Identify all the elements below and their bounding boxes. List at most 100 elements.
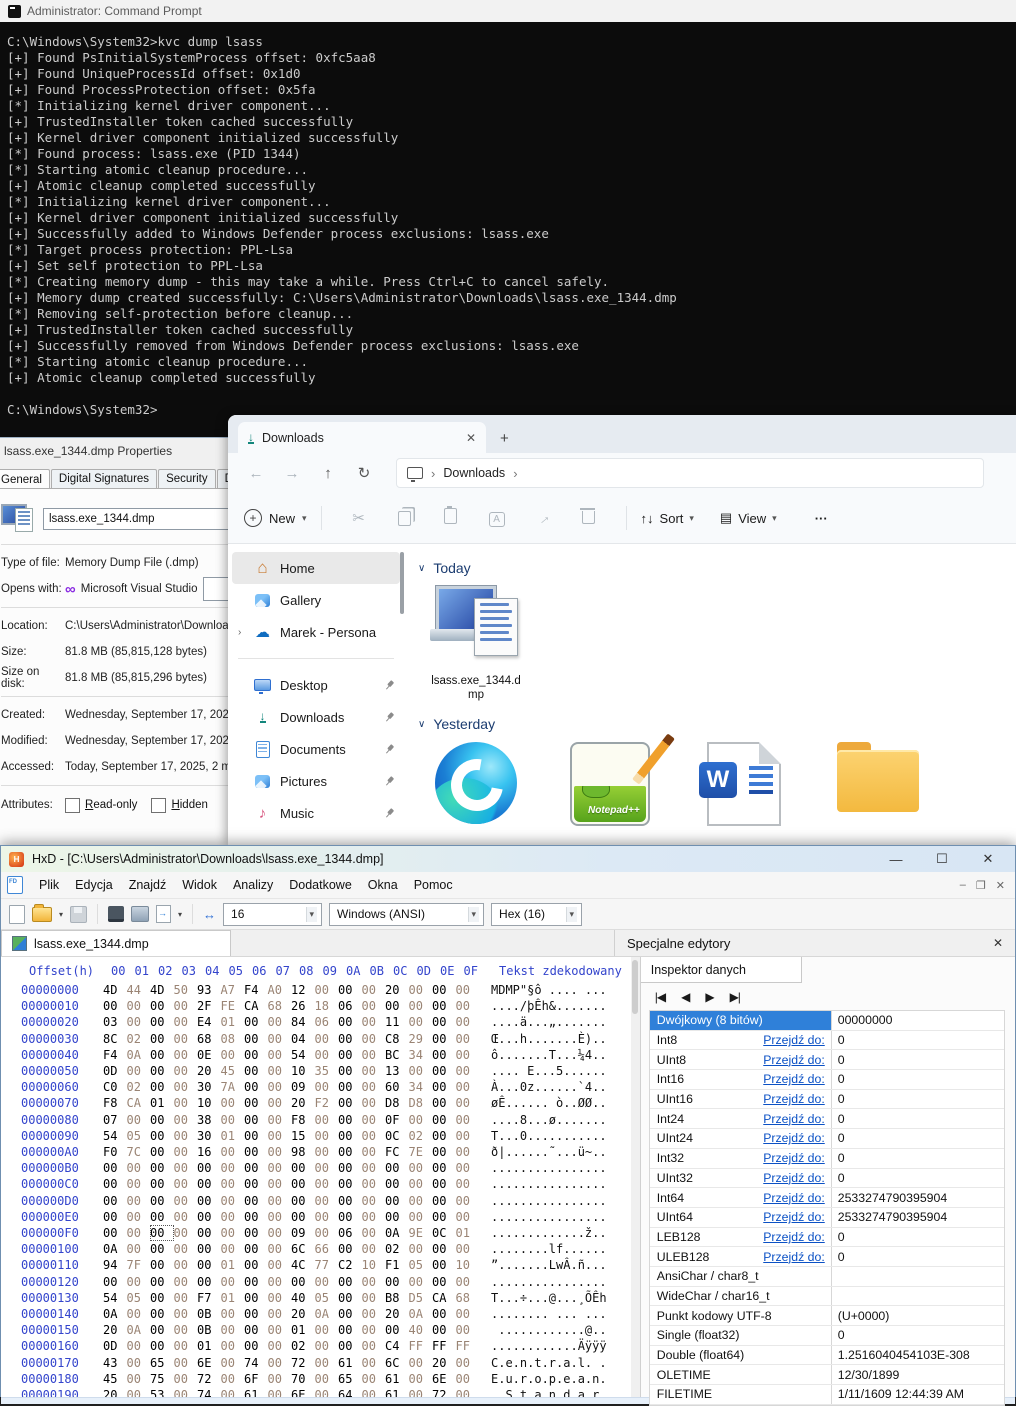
hex-byte[interactable]: F1 [385, 1257, 409, 1273]
hex-byte[interactable]: 0E [197, 1047, 221, 1063]
hex-byte[interactable]: 00 [174, 1095, 198, 1111]
hex-byte[interactable]: 00 [409, 1241, 433, 1257]
hex-byte[interactable]: 30 [197, 1079, 221, 1095]
hex-byte[interactable]: 00 [268, 1014, 292, 1030]
hex-byte[interactable]: 00 [174, 1290, 198, 1306]
filename-field[interactable]: lsass.exe_1344.dmp [43, 508, 229, 530]
hex-byte[interactable]: 00 [127, 1225, 151, 1241]
hex-byte[interactable]: 00 [197, 1160, 221, 1176]
file-item[interactable] [424, 742, 528, 824]
hex-byte[interactable]: 68 [197, 1031, 221, 1047]
hex-byte[interactable]: 00 [409, 1209, 433, 1225]
hex-byte[interactable]: 00 [174, 1176, 198, 1192]
hex-byte[interactable]: 00 [244, 1047, 268, 1063]
decoded-text[interactable]: MDMP"§ô .... ... [491, 982, 607, 998]
hex-byte[interactable]: A0 [268, 982, 292, 998]
hex-byte[interactable]: 2F [197, 998, 221, 1014]
hex-byte[interactable]: 00 [456, 1128, 480, 1144]
hex-byte[interactable]: 00 [268, 1160, 292, 1176]
hex-byte[interactable]: 00 [244, 1112, 268, 1128]
hex-byte[interactable]: 00 [362, 1112, 386, 1128]
hex-byte[interactable]: 00 [127, 1241, 151, 1257]
hex-byte[interactable]: 00 [338, 1241, 362, 1257]
delete-button[interactable] [566, 508, 612, 528]
data-inspector-tab[interactable]: Inspektor danych [641, 957, 802, 983]
hex-byte[interactable]: 00 [103, 1209, 127, 1225]
hex-byte[interactable]: 00 [409, 1014, 433, 1030]
tab-close-icon[interactable]: ✕ [466, 431, 476, 445]
hex-byte[interactable]: 00 [268, 1047, 292, 1063]
hex-byte[interactable]: CA [127, 1095, 151, 1111]
copy-button[interactable] [382, 507, 428, 530]
hex-byte[interactable]: 00 [221, 1144, 245, 1160]
hex-byte[interactable]: 7C [127, 1144, 151, 1160]
hex-byte[interactable]: 00 [197, 1193, 221, 1209]
hex-byte[interactable]: 00 [338, 1095, 362, 1111]
close-button[interactable]: ✕ [969, 851, 1007, 867]
decoded-text[interactable]: ................ [491, 1176, 607, 1192]
hex-byte[interactable]: 00 [338, 1047, 362, 1063]
hex-byte[interactable]: 00 [456, 1112, 480, 1128]
hex-byte[interactable]: 40 [291, 1290, 315, 1306]
mdi-minimize-icon[interactable]: – [960, 879, 966, 892]
hex-byte[interactable]: 06 [315, 1014, 339, 1030]
hex-byte[interactable]: 00 [409, 1387, 433, 1397]
hex-byte[interactable]: 98 [291, 1144, 315, 1160]
hex-byte[interactable]: 00 [174, 998, 198, 1014]
decoded-text[interactable]: T...÷...@...¸ÕÊh [491, 1290, 607, 1306]
decoded-text[interactable]: ................ [491, 1274, 607, 1290]
hex-byte[interactable]: 00 [244, 1306, 268, 1322]
properties-tab-general[interactable]: General [0, 469, 50, 488]
hex-byte[interactable]: 00 [244, 1031, 268, 1047]
hex-byte[interactable]: 00 [385, 1176, 409, 1192]
hex-byte[interactable]: 00 [150, 1225, 174, 1241]
hex-byte[interactable]: 00 [338, 1209, 362, 1225]
hex-byte[interactable]: 00 [150, 998, 174, 1014]
hex-byte[interactable]: D8 [385, 1095, 409, 1111]
hex-byte[interactable]: 00 [244, 1144, 268, 1160]
hex-byte[interactable]: 00 [432, 1063, 456, 1079]
sidebar-item-pictures[interactable]: Pictures [232, 765, 400, 797]
file-item[interactable]: Notepad++ [558, 742, 662, 826]
hex-byte[interactable]: 9E [409, 1225, 433, 1241]
hex-byte[interactable]: CA [432, 1290, 456, 1306]
hex-byte[interactable]: 00 [315, 1031, 339, 1047]
hex-byte[interactable]: 00 [456, 1355, 480, 1371]
hex-byte[interactable]: 72 [291, 1355, 315, 1371]
hex-byte[interactable]: 00 [291, 1209, 315, 1225]
decoded-text[interactable]: ............Äÿÿÿ [491, 1338, 607, 1354]
hex-byte[interactable]: FF [409, 1338, 433, 1354]
decoded-text[interactable]: Œ...h.......È).. [491, 1031, 607, 1047]
open-file-icon[interactable] [32, 907, 52, 922]
sidebar-item-downloads[interactable]: ↓Downloads [232, 701, 400, 733]
hex-byte[interactable]: 00 [338, 1274, 362, 1290]
new-tab-button[interactable]: + [500, 430, 509, 447]
decoded-text[interactable]: ................ [491, 1160, 607, 1176]
hex-byte[interactable]: F8 [103, 1095, 127, 1111]
hex-view[interactable]: Offset(h)000102030405060708090A0B0C0D0E0… [1, 957, 640, 1397]
decoded-text[interactable]: ô.......T...¼4.. [491, 1047, 607, 1063]
hex-byte[interactable]: 0C [432, 1225, 456, 1241]
hex-byte[interactable]: 00 [127, 1160, 151, 1176]
hex-byte[interactable]: 01 [221, 1128, 245, 1144]
hex-byte[interactable]: 00 [456, 1209, 480, 1225]
hex-byte[interactable]: 0B [197, 1306, 221, 1322]
hex-byte[interactable]: 00 [409, 1063, 433, 1079]
hex-byte[interactable]: 0A [127, 1047, 151, 1063]
hex-byte[interactable]: 6E [432, 1371, 456, 1387]
inspector-value[interactable]: 12/30/1899 [832, 1368, 900, 1382]
hex-byte[interactable]: 00 [197, 1176, 221, 1192]
hex-byte[interactable]: 00 [362, 1031, 386, 1047]
hex-byte[interactable]: 00 [127, 1176, 151, 1192]
hex-byte[interactable]: 00 [174, 1257, 198, 1273]
goto-link[interactable]: Przejdź do: [763, 1072, 825, 1086]
hex-byte[interactable]: 00 [268, 1241, 292, 1257]
hex-byte[interactable]: 02 [385, 1241, 409, 1257]
decoded-text[interactable]: ”.......LwÂ.ñ... [491, 1257, 607, 1273]
menu-item-okna[interactable]: Okna [360, 878, 406, 892]
hex-byte[interactable]: 00 [221, 1241, 245, 1257]
hex-byte[interactable]: 54 [103, 1290, 127, 1306]
hex-byte[interactable]: 7E [409, 1144, 433, 1160]
hex-byte[interactable]: 61 [385, 1387, 409, 1397]
hex-byte[interactable]: 00 [127, 1355, 151, 1371]
